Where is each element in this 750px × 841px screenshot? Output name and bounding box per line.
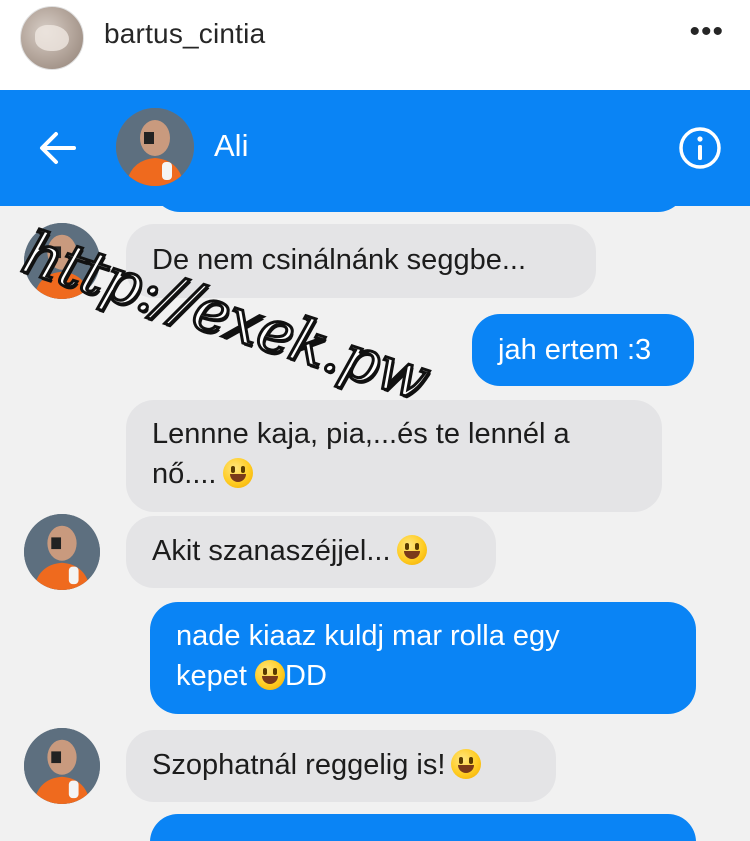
grinning-emoji-icon: [396, 535, 427, 565]
contact-avatar: [24, 223, 100, 299]
contact-name[interactable]: Ali: [214, 128, 248, 164]
arrow-left-icon[interactable]: [38, 128, 78, 168]
incoming-message: Szophatnál reggelig is!: [126, 730, 556, 802]
profile-username[interactable]: bartus_cintia: [104, 18, 265, 50]
grinning-emoji-icon: [255, 660, 285, 690]
contact-avatar: [24, 728, 100, 804]
contact-avatar[interactable]: [116, 108, 194, 186]
conversation-header: Ali: [0, 90, 750, 206]
message-text: Szophatnál reggelig is!: [152, 749, 446, 781]
message-text-line: nade kiaaz kuldj mar rolla egy: [176, 620, 560, 652]
post-header: bartus_cintia •••: [0, 0, 750, 90]
message-text-line: nő....: [152, 458, 217, 490]
outgoing-message: jah ertem :3: [472, 314, 694, 386]
outgoing-message-partial: [150, 814, 696, 841]
incoming-message: Akit szanaszéjjel...: [126, 516, 496, 588]
grinning-emoji-icon: [222, 458, 253, 488]
message-text: jah ertem :3: [498, 334, 652, 366]
more-horizontal-icon[interactable]: •••: [689, 17, 724, 47]
contact-avatar: [24, 514, 100, 590]
messenger-screenshot: Ali De nem csinálnánk seggbe... jah erte…: [0, 90, 750, 841]
profile-avatar[interactable]: [20, 6, 84, 70]
message-text-line: DD: [285, 660, 327, 692]
message-text: De nem csinálnánk seggbe...: [152, 244, 526, 276]
incoming-message: Lennne kaja, pia,...és te lennél a nő...…: [126, 400, 662, 512]
message-text-line: Lennne kaja, pia,...és te lennél a: [152, 418, 570, 450]
info-circle-icon[interactable]: [678, 126, 722, 170]
outgoing-message: nade kiaaz kuldj mar rolla egy kepet DD: [150, 602, 696, 714]
message-text-line: kepet: [176, 660, 255, 692]
message-text: Akit szanaszéjjel...: [152, 535, 391, 567]
incoming-message: De nem csinálnánk seggbe...: [126, 224, 596, 298]
grinning-emoji-icon: [451, 749, 482, 779]
